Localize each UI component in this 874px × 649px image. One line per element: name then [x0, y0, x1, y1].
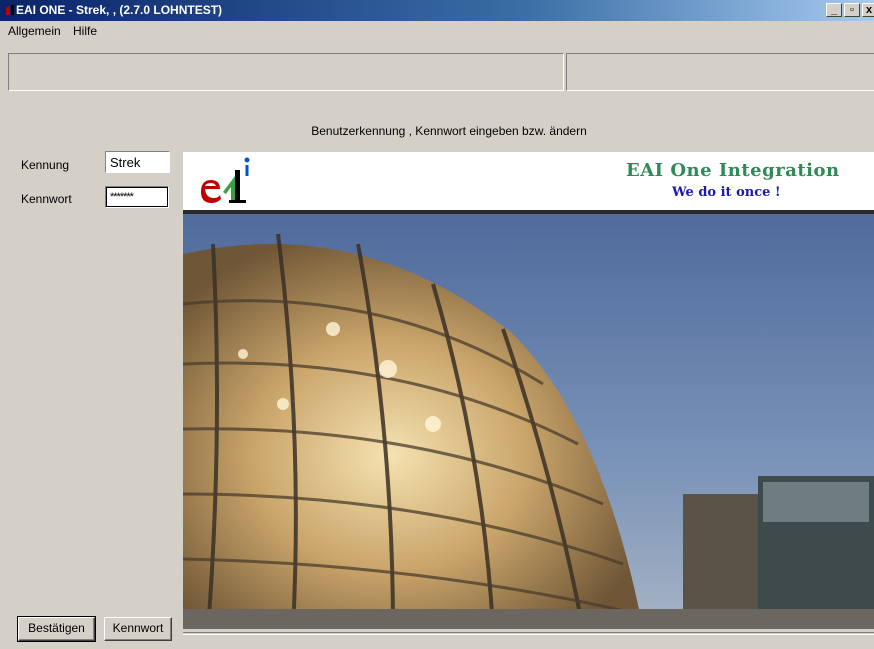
eai-logo — [201, 157, 250, 203]
toolbar-panel-right — [566, 53, 874, 91]
reichstag-dome-photo — [183, 214, 874, 629]
minimize-button[interactable]: _ — [826, 3, 842, 17]
brand-banner: EAI One Integration We do it once ! — [183, 152, 874, 210]
change-password-button[interactable]: Kennwort — [104, 617, 172, 641]
kennung-label: Kennung — [21, 158, 70, 172]
close-button[interactable]: x — [862, 3, 874, 17]
banner-slogan: We do it once ! — [672, 185, 781, 200]
kennwort-label: Kennwort — [21, 192, 72, 206]
instruction-text: Benutzerkennung , Kennwort eingeben bzw.… — [311, 124, 587, 138]
app-icon — [3, 3, 17, 17]
photo-bottom-border — [183, 632, 874, 635]
title-bar[interactable]: EAI ONE - Strek, , (2.7.0 LOHNTEST) _ ▫ … — [0, 0, 874, 21]
kennung-input[interactable] — [105, 151, 170, 173]
kennwort-input[interactable] — [105, 186, 169, 208]
banner-headline: EAI One Integration — [626, 160, 840, 181]
menu-hilfe[interactable]: Hilfe — [73, 24, 97, 38]
menu-bar: Allgemein Hilfe — [0, 21, 874, 40]
confirm-button[interactable]: Bestätigen — [17, 616, 96, 642]
menu-allgemein[interactable]: Allgemein — [8, 24, 61, 38]
toolbar-panel-left — [8, 53, 564, 91]
window-title: EAI ONE - Strek, , (2.7.0 LOHNTEST) — [16, 3, 223, 17]
maximize-button[interactable]: ▫ — [844, 3, 860, 17]
